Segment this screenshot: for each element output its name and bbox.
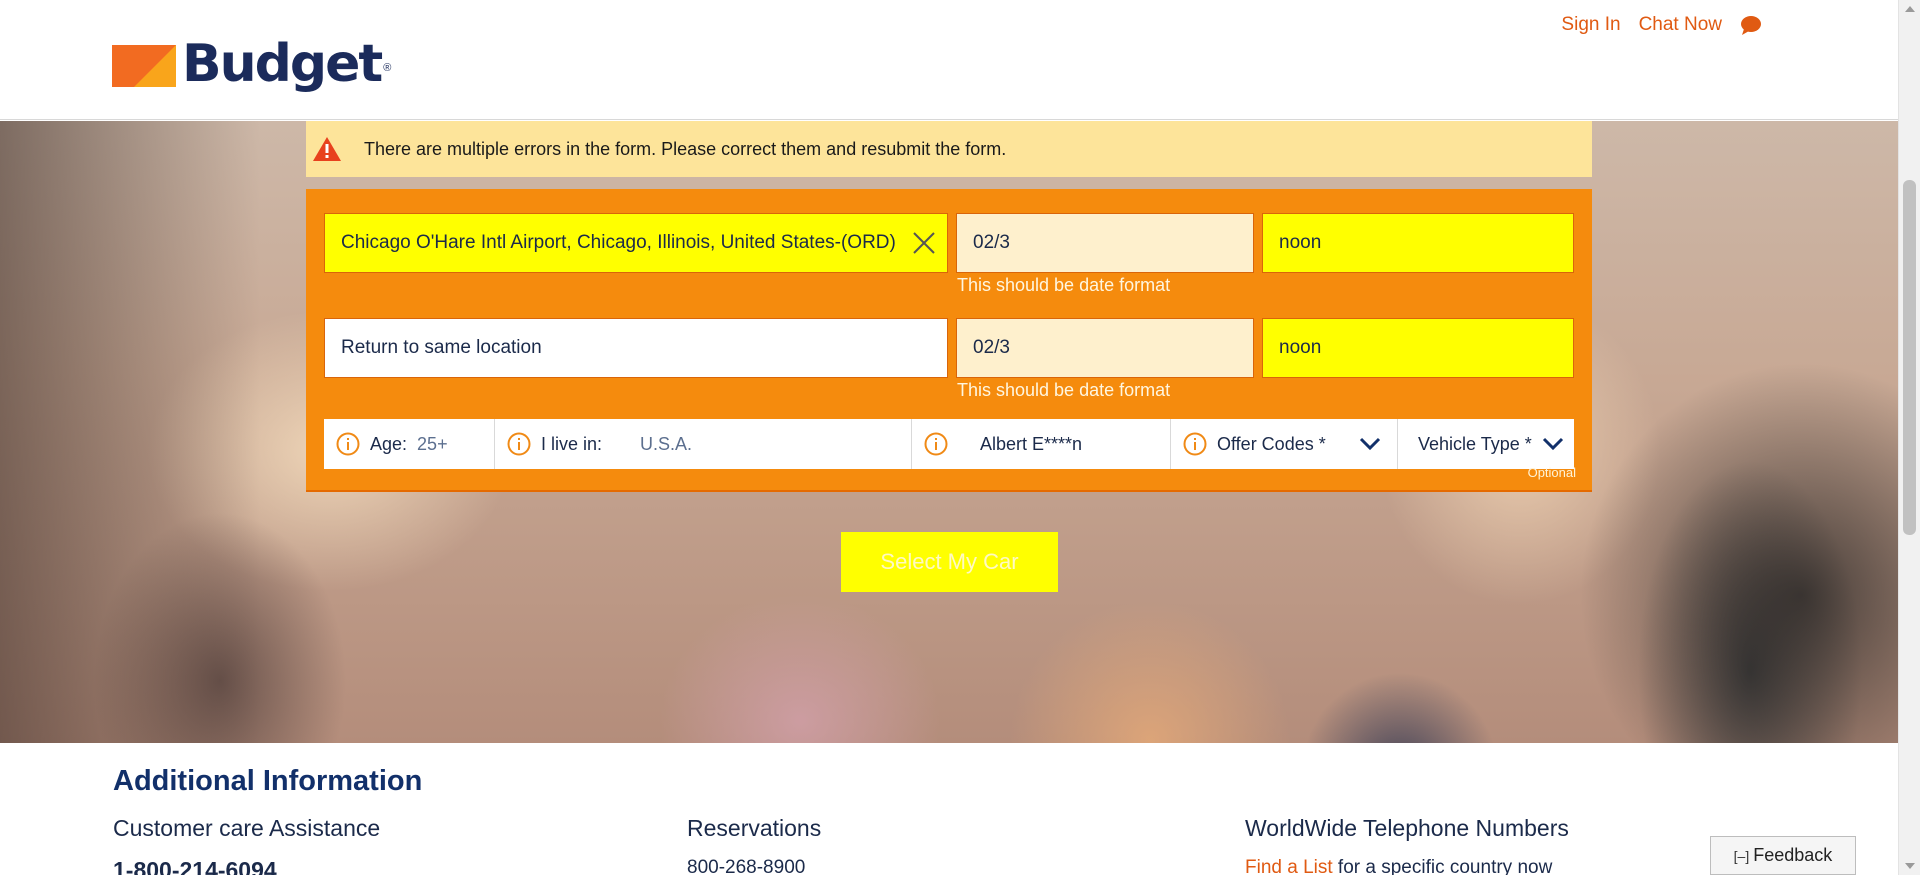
hero-shade-right: [1578, 361, 1898, 743]
chevron-down-icon: [1542, 437, 1564, 451]
worldwide-text: Find a List for a specific country now: [1245, 857, 1552, 875]
residence-label: I live in:: [541, 433, 603, 454]
info-icon: [336, 432, 360, 456]
site-header: Budget ® Sign In Chat Now: [0, 0, 1898, 120]
worldwide-title: WorldWide Telephone Numbers: [1245, 815, 1569, 841]
vehicle-type-label: Vehicle Type *: [1418, 433, 1532, 454]
form-error-alert: There are multiple errors in the form. P…: [306, 121, 1592, 177]
customer-care-phone[interactable]: 1-800-214-6094: [113, 857, 277, 875]
return-date-input[interactable]: 02/3: [956, 318, 1254, 378]
find-a-list-link[interactable]: Find a List: [1245, 857, 1333, 875]
section-title: Additional Information: [113, 765, 423, 797]
clear-location-icon[interactable]: [911, 230, 937, 256]
pickup-time-value: noon: [1279, 232, 1322, 253]
chat-bubble-icon[interactable]: [1740, 15, 1762, 35]
return-date-error: This should be date format: [957, 380, 1171, 400]
info-icon: [1183, 432, 1207, 456]
age-label: Age:: [370, 433, 408, 454]
warning-triangle-icon: [313, 137, 341, 161]
budget-logo[interactable]: Budget ®: [112, 38, 391, 90]
collapse-bracket-icon: [–]: [1733, 847, 1750, 864]
reservations-title: Reservations: [687, 815, 822, 841]
reservations-phone[interactable]: 800-268-8900: [687, 857, 805, 875]
scroll-down-arrow-icon[interactable]: [1905, 863, 1915, 869]
return-date-value: 02/3: [973, 337, 1010, 358]
age-value: 25+: [417, 433, 448, 454]
page-scrollbar[interactable]: [1898, 0, 1920, 875]
pickup-date-value: 02/3: [973, 232, 1010, 253]
rental-options-bar: Age: 25+ I live in: U.S.A. Albert E****n…: [324, 419, 1574, 469]
info-icon: [507, 432, 531, 456]
age-selector[interactable]: Age: 25+: [324, 419, 495, 469]
member-selector[interactable]: Albert E****n: [912, 419, 1171, 469]
select-my-car-button[interactable]: Select My Car: [841, 532, 1058, 592]
pickup-location-input[interactable]: Chicago O'Hare Intl Airport, Chicago, Il…: [324, 213, 948, 273]
offer-codes-dropdown[interactable]: Offer Codes *: [1171, 419, 1398, 469]
info-icon: [924, 432, 948, 456]
budget-logo-mark-icon: [112, 41, 176, 87]
return-location-input[interactable]: Return to same location: [324, 318, 948, 378]
worldwide-suffix: for a specific country now: [1332, 857, 1553, 875]
pickup-time-input[interactable]: noon: [1262, 213, 1574, 273]
customer-care-title: Customer care Assistance: [113, 815, 381, 841]
vehicle-type-dropdown[interactable]: Vehicle Type *: [1398, 419, 1574, 469]
return-location-value: Return to same location: [341, 337, 542, 358]
scroll-up-arrow-icon[interactable]: [1905, 6, 1915, 12]
scrollbar-thumb[interactable]: [1903, 180, 1916, 535]
error-message: There are multiple errors in the form. P…: [364, 138, 1007, 159]
top-links: Sign In Chat Now: [1561, 14, 1762, 36]
return-time-input[interactable]: noon: [1262, 318, 1574, 378]
residence-value: U.S.A.: [640, 433, 693, 454]
offer-codes-label: Offer Codes *: [1217, 433, 1326, 454]
residence-selector[interactable]: I live in: U.S.A.: [495, 419, 912, 469]
feedback-label: Feedback: [1753, 845, 1833, 865]
member-name: Albert E****n: [980, 433, 1083, 454]
pickup-date-error: This should be date format: [957, 275, 1171, 295]
additional-information-section: Additional Information Customer care Ass…: [0, 743, 1898, 875]
return-time-value: noon: [1279, 337, 1322, 358]
optional-note: Optional: [1527, 465, 1576, 480]
pickup-location-value: Chicago O'Hare Intl Airport, Chicago, Il…: [341, 232, 896, 253]
feedback-button[interactable]: [–] Feedback: [1710, 836, 1856, 875]
registered-mark: ®: [383, 62, 392, 74]
chat-now-link[interactable]: Chat Now: [1639, 14, 1722, 36]
chevron-down-icon: [1359, 437, 1381, 451]
sign-in-link[interactable]: Sign In: [1561, 14, 1620, 36]
brand-name: Budget: [182, 34, 383, 94]
pickup-date-input[interactable]: 02/3: [956, 213, 1254, 273]
reservation-form: Chicago O'Hare Intl Airport, Chicago, Il…: [306, 189, 1592, 492]
hero-shade-left: [0, 121, 260, 743]
